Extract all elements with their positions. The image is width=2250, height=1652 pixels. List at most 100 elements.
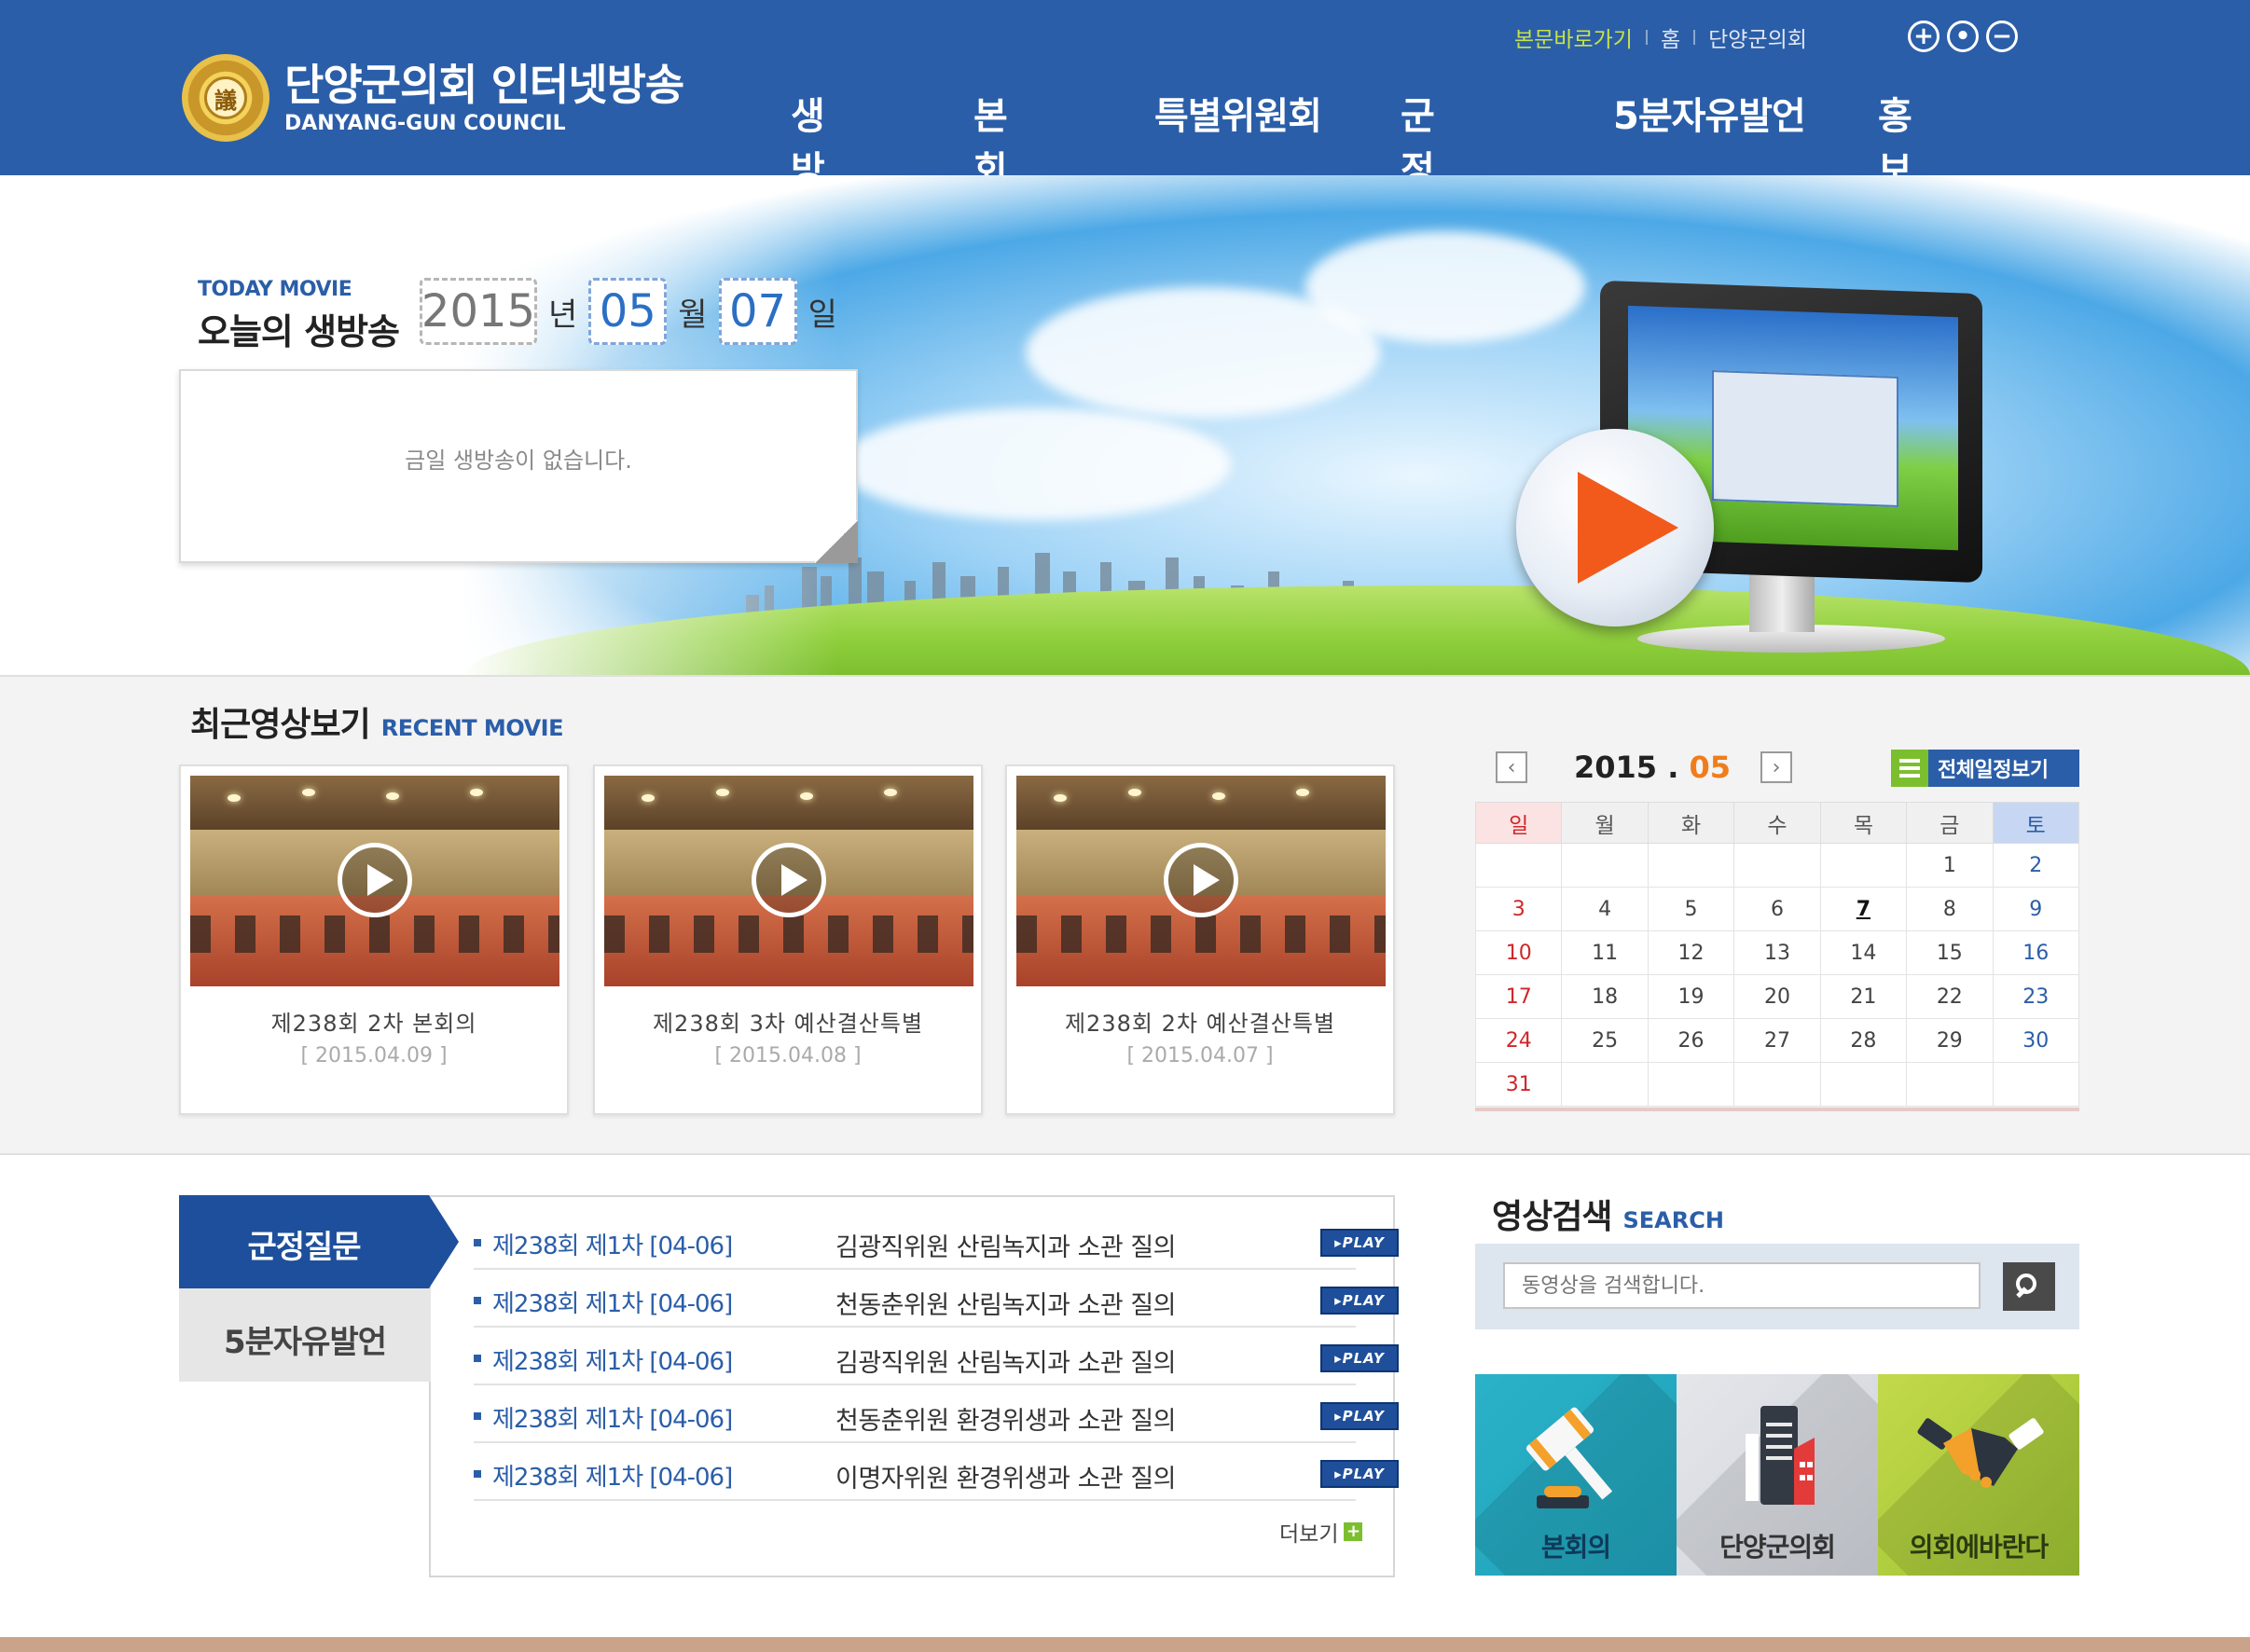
video-thumbnail[interactable] [1016, 776, 1386, 986]
utility-links: 본문바로가기 홈 단양군의회 [1514, 22, 1807, 52]
play-icon[interactable] [752, 843, 826, 917]
list-icon [1891, 750, 1928, 787]
date-month: 05 [588, 278, 668, 345]
nav-special-committee[interactable]: 특별위원회 [1154, 86, 1322, 140]
calendar-day[interactable]: 8 [1906, 887, 1994, 931]
search-button[interactable] [2003, 1262, 2055, 1311]
session-label[interactable]: 제238회 제1차 [04-06] [492, 1342, 733, 1377]
calendar-day[interactable]: 18 [1561, 974, 1649, 1019]
question-title[interactable]: 김광직위원 산림녹지과 소관 질의 [835, 1342, 1177, 1379]
calendar-day[interactable]: 12 [1647, 930, 1735, 975]
search-input[interactable] [1503, 1262, 1981, 1309]
calendar-day[interactable]: 6 [1733, 887, 1821, 931]
video-card[interactable]: 제238회 2차 본회의 [ 2015.04.09 ] [179, 764, 569, 1115]
calendar-day[interactable]: 9 [1992, 887, 2080, 931]
calendar-day[interactable]: 3 [1474, 887, 1563, 931]
calendar-day[interactable]: 26 [1647, 1018, 1735, 1063]
tab-five-minute-speech[interactable]: 5분자유발언 [179, 1288, 431, 1382]
zoom-out-icon[interactable]: − [1986, 21, 2018, 52]
calendar-body: 1 2 3 4 5 6 7 8 9 10 11 12 13 14 15 16 17 18 19 20 21 22 23 24 2… [1474, 843, 2080, 1107]
calendar-day[interactable]: 16 [1992, 930, 2080, 975]
council-link[interactable]: 단양군의회 [1708, 21, 1807, 53]
calendar-day[interactable]: 2 [1992, 843, 2080, 888]
quick-link-suggestions[interactable]: 의회에바란다 [1878, 1374, 2079, 1576]
calendar-day[interactable]: 27 [1733, 1018, 1821, 1063]
calendar-day[interactable]: 5 [1647, 887, 1735, 931]
calendar-day[interactable]: 22 [1906, 974, 1994, 1019]
weekday-header: 화 [1647, 802, 1735, 844]
list-item[interactable]: 제238회 제1차 [04-06] 이명자위원 환경위생과 소관 질의 ▸ PLA… [474, 1445, 1399, 1501]
calendar-day[interactable]: 20 [1733, 974, 1821, 1019]
calendar-day[interactable]: 7 [1819, 887, 1908, 931]
video-title[interactable]: 제238회 2차 예산결산특별 [1007, 1005, 1393, 1038]
question-title[interactable]: 김광직위원 산림녹지과 소관 질의 [835, 1227, 1177, 1263]
more-link[interactable]: 더보기 + [1279, 1516, 1363, 1548]
calendar-day[interactable]: 11 [1561, 930, 1649, 975]
calendar-day[interactable]: 14 [1819, 930, 1908, 975]
weekday-header: 일 [1474, 802, 1563, 844]
video-card[interactable]: 제238회 3차 예산결산특별 [ 2015.04.08 ] [593, 764, 983, 1115]
calendar-day[interactable]: 30 [1992, 1018, 2080, 1063]
weekday-header: 금 [1906, 802, 1994, 844]
session-label[interactable]: 제238회 제1차 [04-06] [492, 1400, 733, 1435]
site-header: 議 단양군의회 인터넷방송 DANYANG-GUN COUNCIL 본문바로가기… [0, 0, 2250, 300]
play-icon[interactable] [1164, 843, 1238, 917]
video-title[interactable]: 제238회 3차 예산결산특별 [595, 1005, 981, 1038]
video-card[interactable]: 제238회 2차 예산결산특별 [ 2015.04.07 ] [1005, 764, 1395, 1115]
calendar-day[interactable]: 25 [1561, 1018, 1649, 1063]
zoom-controls: + • − [1908, 21, 2018, 52]
date-day: 07 [718, 278, 797, 345]
zoom-in-icon[interactable]: + [1908, 21, 1939, 52]
video-title[interactable]: 제238회 2차 본회의 [181, 1005, 567, 1038]
play-button[interactable]: ▸ PLAY [1320, 1229, 1399, 1257]
quick-link-council[interactable]: 단양군의회 [1677, 1374, 1878, 1576]
session-label[interactable]: 제238회 제1차 [04-06] [492, 1285, 733, 1319]
next-month-button[interactable]: › [1760, 751, 1792, 783]
quick-link-plenary[interactable]: 본회의 [1475, 1374, 1677, 1576]
play-button[interactable]: ▸ PLAY [1320, 1344, 1399, 1372]
calendar-day[interactable]: 1 [1906, 843, 1994, 888]
play-button[interactable]: ▸ PLAY [1320, 1287, 1399, 1315]
calendar-day[interactable]: 15 [1906, 930, 1994, 975]
skip-to-content-link[interactable]: 본문바로가기 [1514, 21, 1633, 53]
list-item[interactable]: 제238회 제1차 [04-06] 천동춘위원 환경위생과 소관 질의 ▸ PLA… [474, 1387, 1399, 1443]
calendar-day[interactable]: 24 [1474, 1018, 1563, 1063]
calendar-week: 12 [1474, 843, 2080, 888]
weekday-header: 월 [1561, 802, 1649, 844]
question-title[interactable]: 이명자위원 환경위생과 소관 질의 [835, 1458, 1177, 1494]
calendar-day[interactable]: 17 [1474, 974, 1563, 1019]
list-item[interactable]: 제238회 제1차 [04-06] 김광직위원 산림녹지과 소관 질의 ▸ PLA… [474, 1329, 1399, 1385]
calendar-day[interactable]: 31 [1474, 1062, 1563, 1107]
play-button[interactable]: ▸ PLAY [1320, 1460, 1399, 1488]
prev-month-button[interactable]: ‹ [1496, 751, 1527, 783]
all-schedule-button[interactable]: 전체일정보기 [1891, 750, 2079, 787]
zoom-reset-icon[interactable]: • [1947, 21, 1979, 52]
calendar-week: 10 11 12 13 14 15 16 [1474, 930, 2080, 975]
play-button[interactable]: ▸ PLAY [1320, 1402, 1399, 1430]
nav-five-minute-speech[interactable]: 5분자유발언 [1613, 86, 1806, 140]
calendar-day[interactable]: 21 [1819, 974, 1908, 1019]
video-thumbnail[interactable] [604, 776, 973, 986]
calendar-day[interactable]: 29 [1906, 1018, 1994, 1063]
calendar-day[interactable]: 28 [1819, 1018, 1908, 1063]
video-thumbnail[interactable] [190, 776, 559, 986]
home-link[interactable]: 홈 [1661, 21, 1680, 53]
site-logo[interactable]: 議 단양군의회 인터넷방송 DANYANG-GUN COUNCIL [182, 54, 684, 142]
calendar-header: ‹ 2015 . 05 › 전체일정보기 [1496, 750, 2079, 787]
calendar-day[interactable]: 23 [1992, 974, 2080, 1019]
handshake-icon [1917, 1418, 2044, 1488]
question-title[interactable]: 천동춘위원 환경위생과 소관 질의 [835, 1400, 1177, 1437]
session-label[interactable]: 제238회 제1차 [04-06] [492, 1458, 733, 1493]
list-item[interactable]: 제238회 제1차 [04-06] 천동춘위원 산림녹지과 소관 질의 ▸ PLA… [474, 1272, 1399, 1328]
video-date: [ 2015.04.07 ] [1126, 1044, 1274, 1067]
calendar-day[interactable]: 10 [1474, 930, 1563, 975]
calendar-day[interactable]: 4 [1561, 887, 1649, 931]
calendar-day[interactable]: 13 [1733, 930, 1821, 975]
session-label[interactable]: 제238회 제1차 [04-06] [492, 1227, 733, 1261]
question-title[interactable]: 천동춘위원 산림녹지과 소관 질의 [835, 1285, 1177, 1321]
play-icon[interactable] [1516, 429, 1714, 626]
list-item[interactable]: 제238회 제1차 [04-06] 김광직위원 산림녹지과 소관 질의 ▸ PLA… [474, 1214, 1399, 1270]
play-icon[interactable] [338, 843, 412, 917]
calendar-day[interactable]: 19 [1647, 974, 1735, 1019]
tab-county-questions[interactable]: 군정질문 [179, 1195, 459, 1288]
